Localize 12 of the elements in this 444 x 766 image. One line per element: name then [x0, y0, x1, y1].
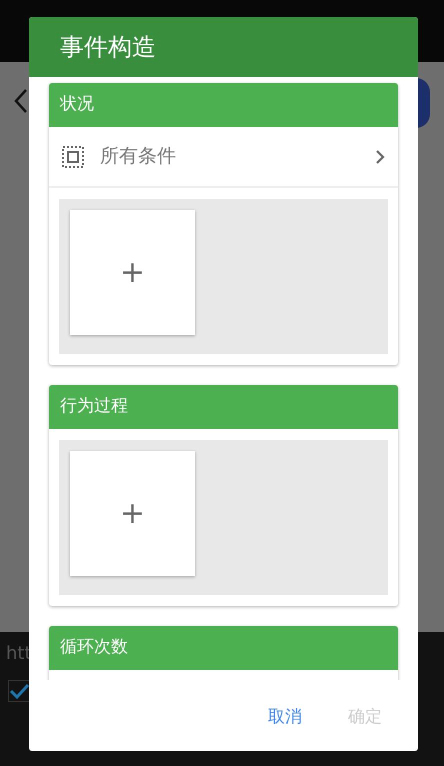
list-row[interactable]: 所有条件	[49, 127, 398, 188]
section-title: 状况	[60, 93, 94, 116]
dialog-title: 事件构造	[60, 32, 156, 63]
row-label: 所有条件	[100, 144, 177, 170]
back-icon[interactable]	[14, 88, 28, 114]
selection-icon	[62, 146, 84, 168]
section-title: 循环次数	[60, 636, 128, 660]
chevron-right-icon	[375, 148, 385, 164]
add-tile[interactable]: +	[70, 451, 195, 576]
dialog-button[interactable]: 取消	[268, 705, 302, 730]
section-title: 行为过程	[60, 395, 128, 418]
add-tile[interactable]: +	[70, 210, 195, 335]
